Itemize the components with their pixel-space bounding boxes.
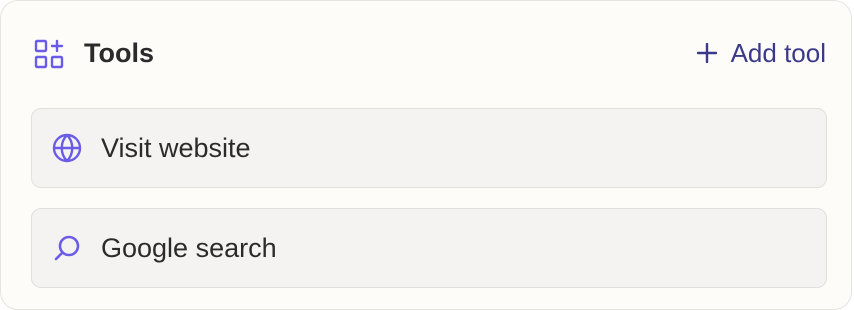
plus-icon [696, 43, 717, 63]
search-icon [54, 235, 80, 261]
globe-icon [52, 133, 82, 163]
tool-item-label: Visit website [101, 132, 251, 163]
add-tool-label: Add tool [730, 37, 826, 68]
add-tool-button[interactable]: Add tool [696, 35, 826, 71]
tool-item-label: Google search [101, 232, 277, 263]
tools-panel: Tools Add tool Visit website Google sear… [0, 0, 852, 310]
tool-item-google-search[interactable]: Google search [31, 208, 827, 288]
tool-item-visit-website[interactable]: Visit website [31, 108, 827, 188]
tools-header: Tools Add tool [1, 1, 851, 105]
panel-title: Tools [84, 38, 154, 68]
tool-list: Visit website Google search [31, 108, 827, 308]
apps-add-icon [34, 39, 64, 69]
